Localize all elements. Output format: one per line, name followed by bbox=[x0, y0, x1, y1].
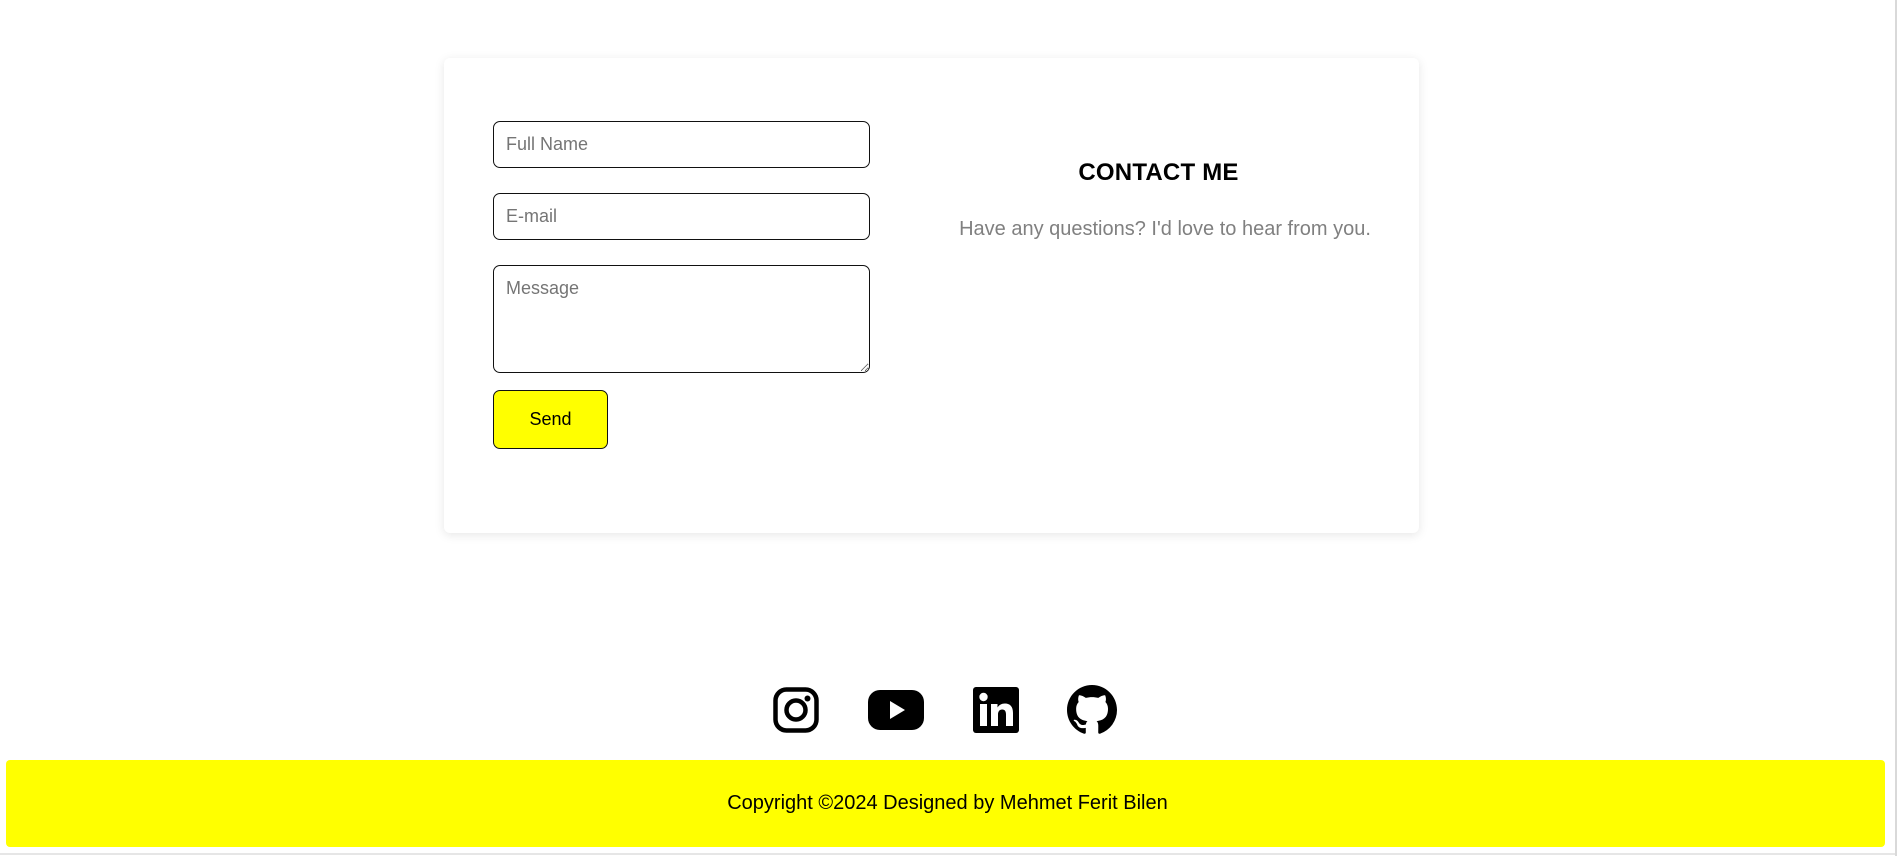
contact-card: Send CONTACT ME Have any questions? I'd … bbox=[444, 58, 1419, 533]
page: Send CONTACT ME Have any questions? I'd … bbox=[0, 0, 1897, 856]
youtube-link[interactable] bbox=[868, 684, 926, 736]
send-button[interactable]: Send bbox=[493, 390, 608, 449]
contact-title: CONTACT ME bbox=[1078, 159, 1239, 186]
footer: Copyright ©2024 Designed by Mehmet Ferit… bbox=[6, 760, 1885, 847]
youtube-icon bbox=[868, 690, 924, 730]
linkedin-link[interactable] bbox=[973, 684, 1025, 736]
github-link[interactable] bbox=[1067, 684, 1119, 736]
message-textarea[interactable] bbox=[493, 265, 870, 373]
github-icon bbox=[1067, 685, 1117, 734]
linkedin-icon bbox=[973, 687, 1019, 733]
page-bottom-divider bbox=[0, 853, 1897, 855]
email-input[interactable] bbox=[493, 193, 870, 240]
full-name-input[interactable] bbox=[493, 121, 870, 168]
instagram-icon bbox=[773, 687, 819, 733]
contact-subtitle: Have any questions? I'd love to hear fro… bbox=[959, 218, 1371, 240]
instagram-link[interactable] bbox=[773, 684, 825, 736]
social-links bbox=[0, 684, 1897, 736]
copyright-text: Copyright ©2024 Designed by Mehmet Ferit… bbox=[727, 792, 1168, 814]
